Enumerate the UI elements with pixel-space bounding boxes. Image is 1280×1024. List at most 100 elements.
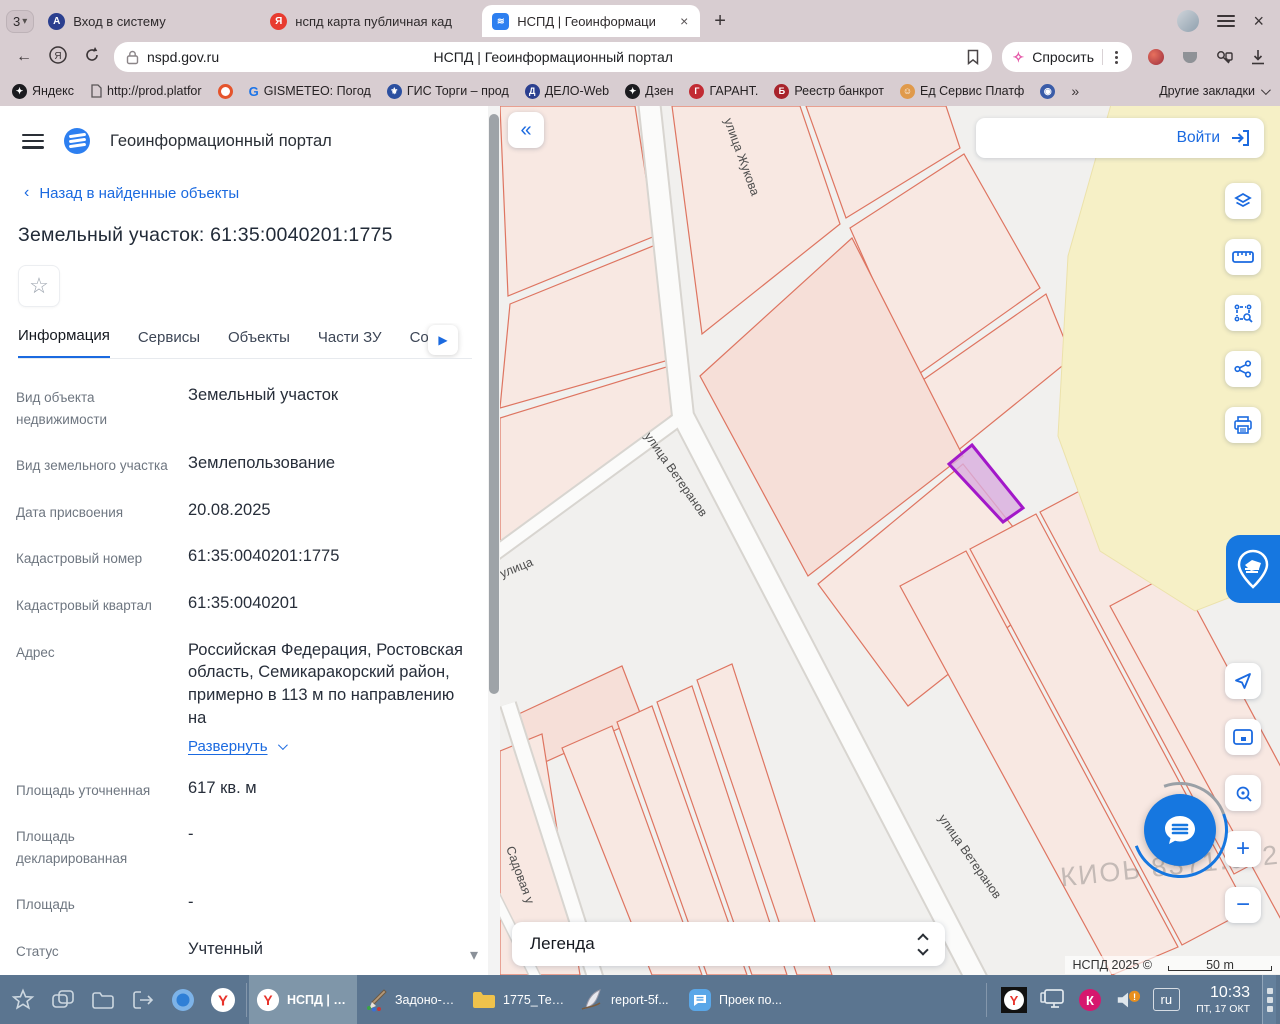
tab-objects[interactable]: Объекты [228,329,290,358]
tab-title: Вход в систему [73,13,166,29]
chat-widget-button[interactable] [1144,794,1216,866]
app-favicon-icon: А [48,12,66,30]
measure-button[interactable] [1225,239,1261,275]
extension-badge-icon[interactable] [1146,47,1166,67]
task-folder[interactable]: 1775_Тере... [465,975,573,1024]
yandex-services-icon[interactable]: Я [46,45,70,70]
logout-icon[interactable] [130,987,156,1013]
back-to-results-link[interactable]: ‹ Назад в найденные объекты [24,184,472,202]
favorite-star-button[interactable]: ☆ [18,265,60,307]
bookmark-prod-platform[interactable]: http://prod.platfor [90,84,202,98]
profile-avatar[interactable] [1177,10,1200,32]
area-search-button[interactable] [1225,295,1261,331]
close-tab-icon[interactable]: × [678,13,690,29]
field-row: Дата присвоения 20.08.2025 [16,500,271,520]
nspd-logo-icon [64,128,90,154]
field-row: Статус Учтенный [16,940,263,959]
my-location-button[interactable] [1225,663,1261,699]
tray-volume-icon[interactable]: ! [1115,987,1141,1013]
field-row: Площадь декларированная - [16,825,194,866]
share-button[interactable] [1225,351,1261,387]
extension-shield-icon[interactable] [1180,47,1200,67]
legend-expand-icon[interactable] [917,932,929,956]
tray-kaspersky-icon[interactable]: К [1077,987,1103,1013]
bookmark-orange-ring-icon[interactable] [217,83,233,99]
favorites-star-icon[interactable] [10,987,36,1013]
chromium-icon[interactable] [170,987,196,1013]
bookmarks-bar: ✦ Яндекс http://prod.platfor G GISMETEO: П… [0,76,1280,106]
yandex-browser-icon[interactable]: Y [210,987,236,1013]
tab-title: НСПД | Геоинформаци [517,13,656,29]
back-button[interactable]: ← [12,48,36,66]
close-window-icon[interactable]: × [1253,11,1264,32]
bookmark-dzen[interactable]: ✦ Дзен [625,83,673,99]
language-indicator[interactable]: ru [1152,988,1181,1011]
plus-icon: + [1235,835,1250,862]
more-options-icon[interactable] [1111,50,1122,64]
ask-ai-button[interactable]: ✧ Спросить [1002,42,1132,72]
bookmark-yandex[interactable]: ✦ Яндекс [12,83,74,99]
address-bar[interactable]: nspd.gov.ru НСПД | Геоинформационный пор… [114,42,993,72]
sparkle-icon: ✧ [1012,48,1025,65]
time-text: 10:33 [1209,983,1250,1001]
browser-menu-icon[interactable] [1217,15,1236,27]
browser-tab-1[interactable]: А Вход в систему [38,5,256,37]
url-text: nspd.gov.ru [147,49,220,65]
chevron-down-icon [1260,84,1271,95]
portal-menu-icon[interactable] [22,133,44,149]
cadastral-map[interactable]: улица Жукова улица Ветеранов улица Ветер… [500,106,1280,975]
task-report-doc[interactable]: report-5f... [573,975,681,1024]
tabs-scroll-right-button[interactable]: ▶ [428,325,458,355]
window-switcher-icon[interactable] [50,987,76,1013]
show-desktop-strip[interactable] [1262,975,1276,1024]
chevron-down-icon [277,739,288,750]
tab-counter-button[interactable]: 3 ▾ [6,9,35,33]
bookmark-gis-torgi[interactable]: ⚜ ГИС Торги – прод [386,83,509,99]
panel-tabs: Информация Сервисы Объекты Части ЗУ Сост… [18,323,472,359]
nspd-widget-tab[interactable] [1226,535,1280,603]
folder-icon [471,987,497,1013]
refresh-icon[interactable] [80,46,104,69]
clock[interactable]: 10:33 ПТ, 17 ОКТ [1192,983,1250,1016]
bookmark-bankrot[interactable]: Б Реестр банкрот [774,83,884,99]
layers-button[interactable] [1225,183,1261,219]
collapse-panel-button[interactable]: « [508,112,544,148]
tab-information[interactable]: Информация [18,327,110,358]
tray-display-icon[interactable] [1039,987,1065,1013]
scroll-more-icon[interactable]: ▾ [470,945,478,965]
minimap-button[interactable] [1225,719,1261,755]
print-button[interactable] [1225,407,1261,443]
expand-address-link[interactable]: Развернуть [188,738,472,755]
browser-tab-2[interactable]: Я нспд карта публичная кад [260,5,478,37]
tab-services[interactable]: Сервисы [138,329,200,358]
field-row: Площадь уточненная 617 кв. м [16,778,257,798]
downloads-icon[interactable] [1248,47,1268,67]
task-nspd-browser[interactable]: Y НСПД | Ге... [249,975,357,1024]
legend-bar[interactable]: Легенда [512,922,945,966]
task-messenger[interactable]: Проек по... [681,975,789,1024]
scrollbar-thumb[interactable] [489,114,499,694]
bookmark-flag-icon[interactable] [966,49,980,65]
task-paint-app[interactable]: Задоно-К... [357,975,465,1024]
bookmark-delo-web[interactable]: Д ДЕЛО-Web [524,83,609,99]
layers-icon [1234,192,1252,208]
file-manager-icon[interactable] [90,987,116,1013]
zoom-out-button[interactable]: − [1225,887,1261,923]
bookmark-emblem-icon[interactable]: ◉ [1040,83,1056,99]
bookmarks-overflow-icon[interactable]: » [1071,83,1079,99]
search-on-map-button[interactable] [1225,775,1261,811]
tab-parts[interactable]: Части ЗУ [318,329,382,358]
bookmark-ed-servis[interactable]: ☺ Ед Сервис Платф [899,83,1024,99]
other-bookmarks-button[interactable]: Другие закладки [1159,84,1271,98]
new-tab-button[interactable]: + [704,10,736,33]
panel-scrollbar[interactable] [488,106,500,975]
bookmark-garant[interactable]: Г ГАРАНТ. [689,83,758,99]
date-text: ПТ, 17 ОКТ [1196,1002,1250,1015]
bookmark-gismeteo[interactable]: G GISMETEO: Погод [249,84,371,99]
zoom-in-button[interactable]: + [1225,831,1261,867]
extension-keys-icon[interactable] [1214,47,1234,67]
browser-tab-active[interactable]: ≋ НСПД | Геоинформаци × [482,5,701,37]
field-row: Вид земельного участка Землепользование [16,454,336,474]
tray-yandex-icon[interactable]: Y [1000,986,1027,1013]
login-bar[interactable]: Войти [976,118,1264,158]
